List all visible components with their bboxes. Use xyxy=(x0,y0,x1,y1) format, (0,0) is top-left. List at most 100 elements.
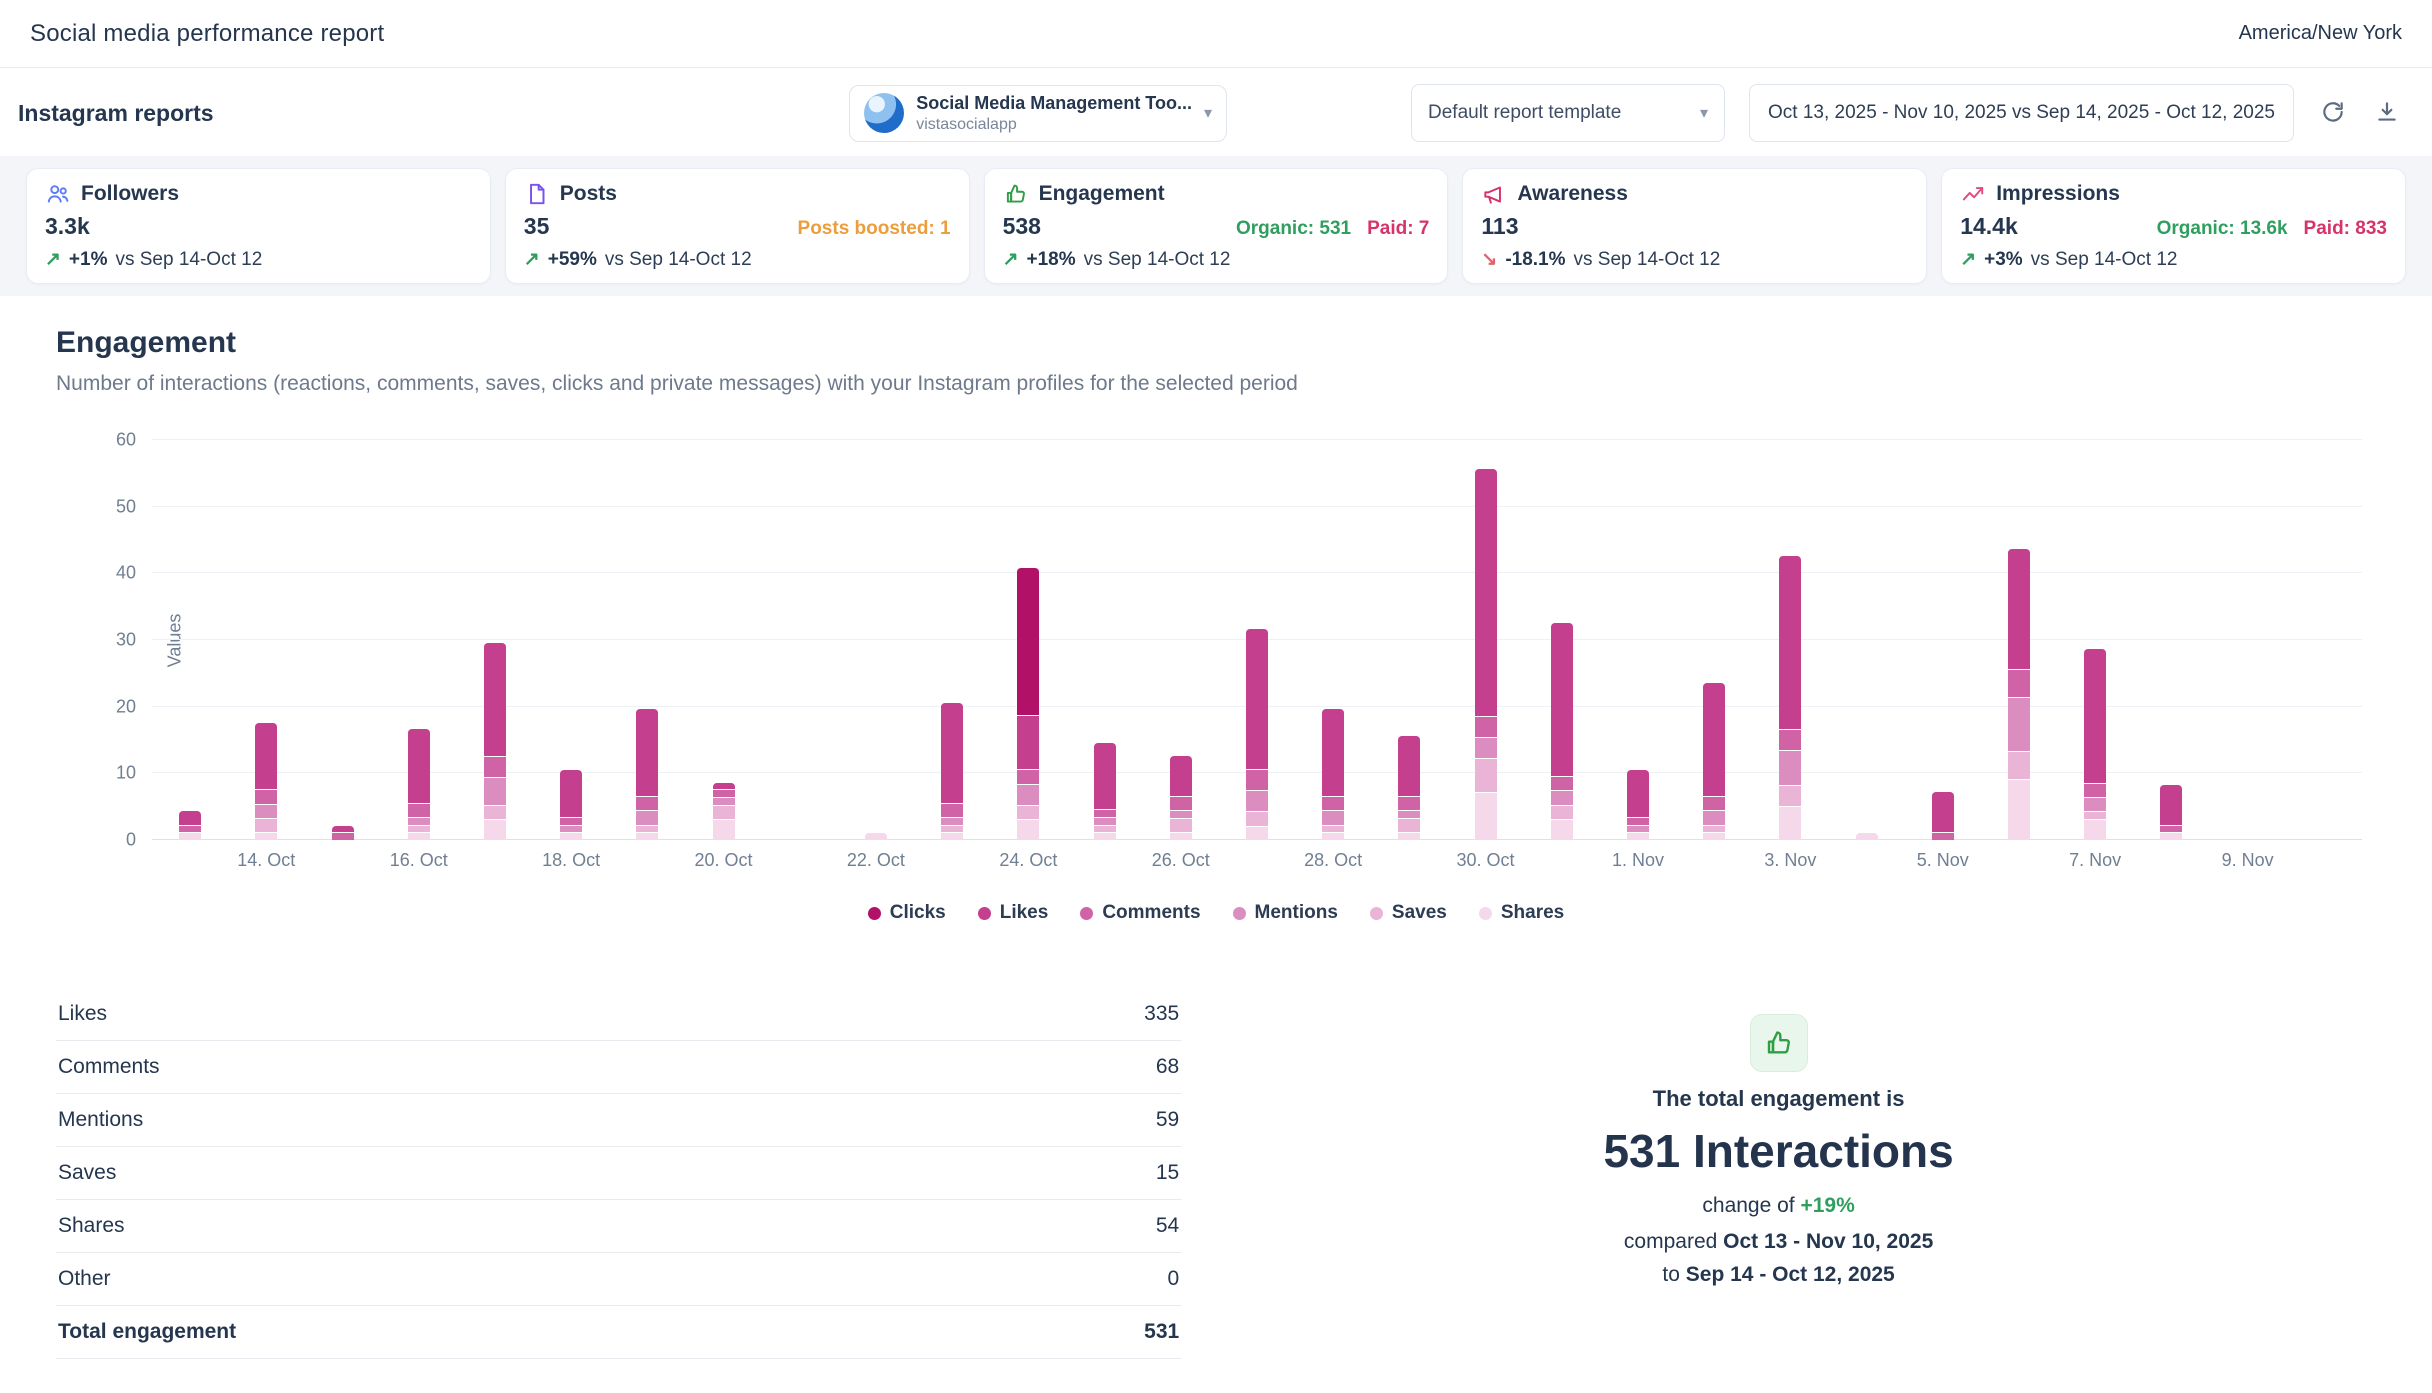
engagement-chart: Values 0102030405060 14. Oct16. Oct18. O… xyxy=(56,440,2376,886)
bar-stack[interactable] xyxy=(1398,736,1420,840)
bar-segment-likes xyxy=(713,783,735,790)
bar-segment-shares xyxy=(865,833,887,840)
x-tick-label xyxy=(1981,850,2057,871)
x-axis-labels: 14. Oct16. Oct18. Oct20. Oct22. Oct24. O… xyxy=(152,850,2362,871)
legend-dot xyxy=(1479,907,1492,920)
date-range-picker[interactable]: Oct 13, 2025 - Nov 10, 2025 vs Sep 14, 2… xyxy=(1749,84,2294,142)
bar-segment-saves xyxy=(255,819,277,832)
bar-stack[interactable] xyxy=(1017,568,1039,840)
bar-segment-mentions xyxy=(713,798,735,805)
kpi-card-awareness: Awareness113↘-18.1%vs Sep 14-Oct 12 xyxy=(1462,168,1927,284)
bar-segment-likes xyxy=(636,709,658,796)
bar-stack[interactable] xyxy=(1779,556,1801,840)
bar-stack[interactable] xyxy=(1246,629,1268,840)
bar-segment-saves xyxy=(1322,826,1344,833)
bar-stack[interactable] xyxy=(2084,649,2106,840)
bar-segment-shares xyxy=(713,820,735,840)
bar-stack[interactable] xyxy=(484,643,506,840)
legend-item-likes[interactable]: Likes xyxy=(978,902,1049,924)
row-value: 0 xyxy=(1168,1267,1180,1291)
summary-lead: The total engagement is xyxy=(1653,1086,1905,1112)
bar-segment-saves xyxy=(1094,826,1116,833)
kpi-badges: Organic: 531Paid: 7 xyxy=(1236,218,1429,240)
legend-label: Comments xyxy=(1102,902,1200,924)
x-tick-label: 22. Oct xyxy=(838,850,914,871)
bar-stack[interactable] xyxy=(560,770,582,840)
chart-legend: Clicks Likes Comments Mentions Saves Shares xyxy=(56,902,2376,924)
bar-segment-likes xyxy=(1094,743,1116,810)
y-tick-label: 60 xyxy=(116,430,136,451)
bar-stack[interactable] xyxy=(408,729,430,840)
bar-stack[interactable] xyxy=(1475,469,1497,840)
summary-headline: 531 Interactions xyxy=(1603,1124,1953,1178)
legend-item-clicks[interactable]: Clicks xyxy=(868,902,946,924)
x-tick-label xyxy=(1828,850,1904,871)
bar-segment-likes xyxy=(484,643,506,756)
legend-label: Saves xyxy=(1392,902,1447,924)
bar-segment-clicks xyxy=(1017,568,1039,715)
thumbs-up-icon xyxy=(1750,1014,1808,1072)
bar-segment-saves xyxy=(484,806,506,819)
bar-segment-shares xyxy=(1398,833,1420,840)
date-range-value: Oct 13, 2025 - Nov 10, 2025 vs Sep 14, 2… xyxy=(1768,102,2275,124)
table-row: Other 0 xyxy=(56,1253,1181,1306)
bar-stack[interactable] xyxy=(713,783,735,840)
engagement-section: Engagement Number of interactions (react… xyxy=(0,296,2432,1393)
template-select[interactable]: Default report template ▾ xyxy=(1411,84,1725,142)
bar-segment-likes xyxy=(255,723,277,790)
kpi-compare-label: vs Sep 14-Oct 12 xyxy=(1574,249,1721,271)
x-tick-label: 9. Nov xyxy=(2209,850,2285,871)
bar-stack[interactable] xyxy=(1703,683,1725,840)
bar-stack[interactable] xyxy=(1094,743,1116,840)
bar-stack[interactable] xyxy=(1627,770,1649,840)
x-tick-label: 1. Nov xyxy=(1600,850,1676,871)
bar-segment-saves xyxy=(713,806,735,819)
x-tick-label xyxy=(457,850,533,871)
legend-item-comments[interactable]: Comments xyxy=(1080,902,1200,924)
bar-stack[interactable] xyxy=(2160,785,2182,840)
bar-stack[interactable] xyxy=(1932,792,1954,840)
bar-stack[interactable] xyxy=(941,703,963,840)
kpi-value-row: 113 xyxy=(1481,213,1908,240)
bar-segment-likes xyxy=(179,811,201,824)
bar-stack[interactable] xyxy=(255,723,277,840)
profile-selector[interactable]: Social Media Management Too... vistasoci… xyxy=(849,85,1227,142)
kpi-value: 3.3k xyxy=(45,213,90,240)
row-label: Other xyxy=(58,1267,111,1291)
y-tick-label: 30 xyxy=(116,630,136,651)
bar-slot xyxy=(228,440,304,840)
bar-stack[interactable] xyxy=(179,811,201,840)
x-tick-label xyxy=(304,850,380,871)
bar-stack[interactable] xyxy=(332,826,354,840)
refresh-button[interactable] xyxy=(2318,97,2348,130)
bar-segment-mentions xyxy=(1703,811,1725,824)
bar-slot xyxy=(1066,440,1142,840)
bar-stack[interactable] xyxy=(636,709,658,840)
bar-stack[interactable] xyxy=(2008,549,2030,840)
x-tick-label: 16. Oct xyxy=(381,850,457,871)
legend-item-shares[interactable]: Shares xyxy=(1479,902,1564,924)
x-tick-label: 28. Oct xyxy=(1295,850,1371,871)
bar-stack[interactable] xyxy=(1551,623,1573,840)
bar-segment-shares xyxy=(1475,793,1497,840)
kpi-value-row: 35Posts boosted: 1 xyxy=(524,213,951,240)
x-tick-label xyxy=(1371,850,1447,871)
bar-stack[interactable] xyxy=(865,833,887,840)
bar-segment-mentions xyxy=(408,818,430,825)
legend-label: Clicks xyxy=(890,902,946,924)
impressions-icon xyxy=(1960,181,1986,207)
bar-segment-shares xyxy=(2084,820,2106,840)
bar-segment-shares xyxy=(1017,820,1039,840)
summary-compare-period: Oct 13 - Nov 10, 2025 xyxy=(1723,1230,1933,1253)
legend-item-saves[interactable]: Saves xyxy=(1370,902,1447,924)
bar-stack[interactable] xyxy=(1170,756,1192,840)
bar-segment-mentions xyxy=(636,811,658,824)
kpi-card-header: Followers xyxy=(45,181,472,207)
bar-stack[interactable] xyxy=(1322,709,1344,840)
bar-stack[interactable] xyxy=(1856,833,1878,840)
toolbar: Instagram reports Social Media Managemen… xyxy=(0,68,2432,156)
download-button[interactable] xyxy=(2372,97,2402,130)
legend-item-mentions[interactable]: Mentions xyxy=(1233,902,1338,924)
legend-dot xyxy=(1080,907,1093,920)
kpi-delta-row: ↗+3%vs Sep 14-Oct 12 xyxy=(1960,248,2387,271)
